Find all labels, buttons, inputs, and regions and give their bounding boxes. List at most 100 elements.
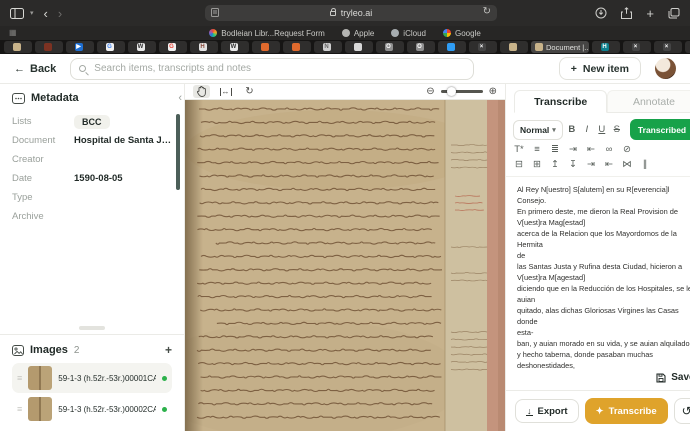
tab-left-icon[interactable]: ⇤ [603,159,615,170]
status-label: Transcribed [638,125,686,135]
zoom-in-icon[interactable]: ⊕ [489,86,497,97]
manuscript-image[interactable] [185,100,505,431]
back-label: Back [30,63,56,75]
browser-forward-icon[interactable]: › [58,7,62,20]
insert-field-icon[interactable]: ⊟ [513,159,525,170]
browser-tab[interactable]: C [685,41,690,53]
bookmark-item[interactable]: Bodleian Libr...Request Form [209,29,325,38]
tab-group-icon[interactable]: ▦ [9,29,17,37]
superscript-icon[interactable]: T* [513,144,525,155]
new-item-button[interactable]: + New item [559,57,641,80]
bookmark-item[interactable]: iCloud [391,29,426,38]
metadata-row[interactable]: Date 1590-08-05 [12,169,172,188]
browser-tab[interactable] [500,41,528,53]
collapse-metadata-icon[interactable]: ‹ [178,92,182,104]
tab-favicon [292,43,300,51]
tab-annotate[interactable]: Annotate [607,90,690,112]
metadata-row[interactable]: Type [12,188,172,207]
unlink-icon[interactable]: ⊘ [621,144,633,155]
style-selector[interactable]: Normal ▾ [513,120,563,140]
resize-handle[interactable] [79,326,105,330]
image-list-item[interactable]: ≡ 59-1-3 (h.52r.-53r.)00001CAP.jpg [12,363,172,393]
split-line-icon[interactable]: ∥ [639,159,651,170]
metadata-scrollbar[interactable] [176,114,180,190]
merge-lines-icon[interactable]: ⋈ [621,159,633,170]
indent-icon[interactable]: ⇥ [567,144,579,155]
browser-tab[interactable]: × [469,41,497,53]
bold-icon[interactable]: B [566,124,578,135]
italic-icon[interactable]: I [581,124,593,135]
add-image-icon[interactable]: + [165,343,172,357]
tab-right-icon[interactable]: ⇥ [585,159,597,170]
reload-icon[interactable]: ↻ [483,6,491,17]
image-list-item[interactable]: ≡ 59-1-3 (h.52r.-53r.)00002CAP.jpg [12,394,172,424]
link-icon[interactable]: ∞ [603,144,615,155]
address-bar[interactable]: tryleo.ai ↻ [205,5,497,21]
fit-width-icon[interactable]: ↔ [217,85,234,98]
browser-tab[interactable] [252,41,280,53]
rotate-icon[interactable]: ↻ [241,85,258,98]
browser-tab[interactable]: G [159,41,187,53]
browser-tab[interactable] [4,41,32,53]
downloads-icon[interactable] [595,7,607,19]
browser-tab[interactable]: O [376,41,404,53]
zoom-slider[interactable] [441,90,483,93]
browser-tab[interactable]: Document |... [531,41,589,53]
history-button[interactable]: ↺ [674,398,690,424]
metadata-row[interactable]: Document Hospital de Santa Justa y Ru... [12,131,172,150]
tab-overview-icon[interactable] [668,8,680,19]
zoom-slider-knob[interactable] [447,87,456,96]
page-icon[interactable] [211,8,219,17]
back-button[interactable]: ← Back [14,63,56,75]
outdent-icon[interactable]: ⇤ [585,144,597,155]
drag-handle-icon[interactable]: ≡ [17,404,22,414]
drag-handle-icon[interactable]: ≡ [17,373,22,383]
bookmark-item[interactable]: Apple [342,29,374,38]
tab-transcribe[interactable]: Transcribe [514,90,607,113]
browser-tab[interactable] [35,41,63,53]
insert-table-icon[interactable]: ⊞ [531,159,543,170]
browser-tab[interactable]: N [314,41,342,53]
browser-tab[interactable] [438,41,466,53]
pan-hand-icon[interactable] [193,85,210,98]
browser-tab[interactable] [283,41,311,53]
browser-tab[interactable]: × [623,41,651,53]
browser-tab[interactable]: H [190,41,218,53]
browser-tab[interactable]: W [221,41,249,53]
share-icon[interactable] [621,7,632,19]
new-tab-icon[interactable]: + [646,7,654,20]
search-input[interactable] [92,62,465,75]
transcription-text[interactable]: Al Rey N[uestro] S[alutem] en su R[evere… [506,177,690,369]
zoom-out-icon[interactable]: ⊖ [426,86,434,97]
save-button[interactable]: Save [506,369,690,390]
export-button[interactable]: ↓ Export [515,399,579,423]
zoom-control: ⊖ ⊕ [426,86,497,97]
bookmark-favicon [391,29,399,37]
transcribe-button[interactable]: ✦ Transcribe [585,398,668,424]
status-dropdown-button[interactable]: Transcribed ▾ [630,119,690,140]
browser-tab[interactable] [345,41,373,53]
list-badge[interactable]: BCC [74,115,110,129]
metadata-row[interactable]: Archive [12,207,172,226]
browser-tab[interactable]: ▶ [66,41,94,53]
strikethrough-icon[interactable]: S [611,124,623,135]
sidebar-menu-chevron-icon[interactable]: ▾ [30,9,34,17]
browser-tab[interactable]: O [407,41,435,53]
browser-tab[interactable]: × [654,41,682,53]
browser-tab[interactable]: G [97,41,125,53]
bullet-list-icon[interactable]: ≡ [531,144,543,155]
style-selector-value: Normal [520,125,549,135]
mark-below-icon[interactable]: ↧ [567,159,579,170]
search-bar[interactable] [70,58,474,80]
sidebar-toggle-icon[interactable] [10,8,24,19]
bookmark-item[interactable]: Google [443,29,481,38]
underline-icon[interactable]: U [596,124,608,135]
browser-tab[interactable]: W [128,41,156,53]
browser-tab[interactable]: H [592,41,620,53]
ordered-list-icon[interactable]: ≣ [549,144,561,155]
bookmark-favicon [342,29,350,37]
avatar[interactable] [655,58,676,79]
mark-above-icon[interactable]: ↥ [549,159,561,170]
browser-back-icon[interactable]: ‹ [44,7,48,20]
metadata-row[interactable]: Creator [12,150,172,169]
